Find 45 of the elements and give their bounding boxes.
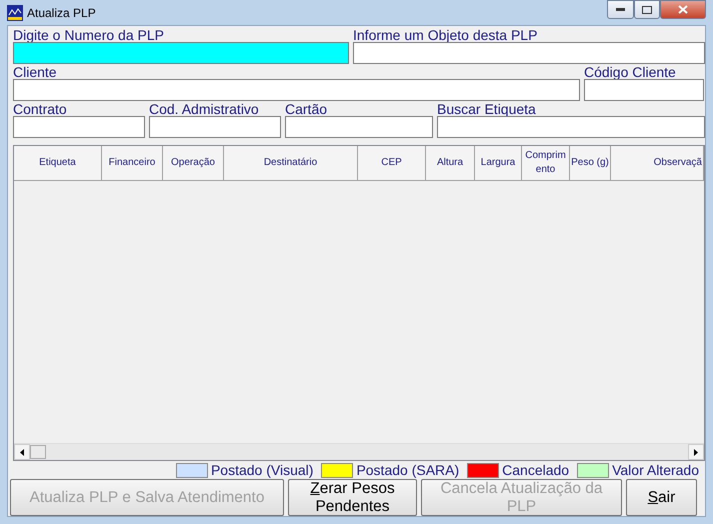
maximize-icon <box>642 6 652 14</box>
window-title: Atualiza PLP <box>27 6 96 20</box>
column-header[interactable]: Etiqueta <box>39 156 76 170</box>
column-header[interactable]: Observaçã <box>654 156 702 170</box>
left-arrow-icon <box>20 448 24 456</box>
input-field[interactable] <box>353 42 705 64</box>
close-button[interactable] <box>660 0 706 19</box>
legend-label: Postado (SARA) <box>356 462 460 478</box>
legend-label: Cancelado <box>502 462 570 478</box>
minimize-icon <box>616 8 625 11</box>
maximize-button[interactable] <box>634 0 660 19</box>
column-header[interactable]: Destinatário <box>264 156 318 170</box>
column-header[interactable]: Largura <box>480 156 516 170</box>
column-header[interactable]: Altura <box>436 156 464 170</box>
field-label: Informe um Objeto desta PLP <box>353 28 538 42</box>
field-label: Digite o Numero da PLP <box>13 28 165 42</box>
column-header[interactable]: Operação <box>171 156 215 170</box>
input-field[interactable] <box>149 116 281 138</box>
column-header[interactable]: Comprimento <box>524 149 566 177</box>
column-header[interactable]: CEP <box>381 156 402 170</box>
scroll-right-button[interactable] <box>688 444 704 460</box>
right-arrow-icon <box>694 448 698 456</box>
input-field[interactable] <box>13 116 145 138</box>
column-header[interactable]: Peso (g) <box>570 156 610 170</box>
close-icon <box>678 5 688 14</box>
legend-label: Postado (Visual) <box>210 462 314 478</box>
app-icon <box>7 4 23 20</box>
input-field[interactable] <box>584 79 704 101</box>
action-button[interactable]: Zerar Pesos Pendentes <box>288 479 417 516</box>
input-field[interactable] <box>437 116 705 138</box>
input-field[interactable] <box>13 79 580 101</box>
scroll-thumb[interactable] <box>30 445 46 459</box>
field-label: Cod. Admistrativo <box>149 102 260 116</box>
legend-label: Valor Alterado <box>612 462 699 478</box>
field-label: Buscar Etiqueta <box>437 102 537 116</box>
field-label: Código Cliente <box>584 65 677 79</box>
input-field[interactable] <box>13 42 349 64</box>
field-label: Contrato <box>13 102 68 116</box>
input-field[interactable] <box>285 116 433 138</box>
field-label: Cartão <box>285 102 328 116</box>
action-button[interactable]: Sair <box>626 479 697 516</box>
minimize-button[interactable] <box>607 0 634 19</box>
column-header[interactable]: Financeiro <box>108 156 156 170</box>
field-label: Cliente <box>13 65 58 79</box>
scroll-left-button[interactable] <box>14 444 30 460</box>
